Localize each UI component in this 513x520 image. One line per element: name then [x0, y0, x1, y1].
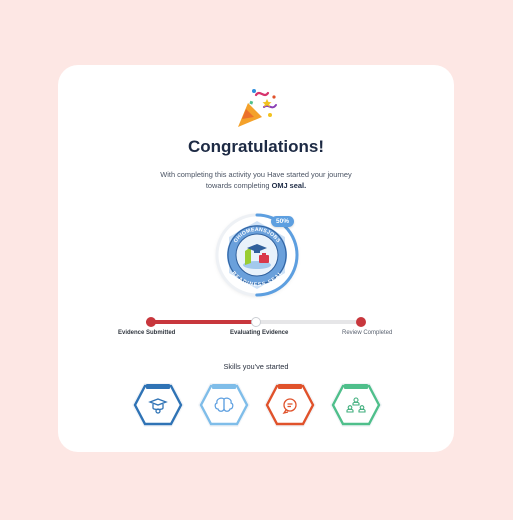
message-line-2: towards completing — [205, 181, 272, 190]
message-line-1: With completing this activity you Have s… — [160, 170, 352, 179]
step-node-review — [356, 317, 366, 327]
step-label-review: Review Completed — [342, 330, 393, 336]
step-label-evaluating: Evaluating Evidence — [230, 330, 289, 336]
step-label-submitted: Evidence Submitted — [118, 330, 176, 336]
progress-fill — [146, 320, 255, 324]
step-node-evaluating — [251, 317, 261, 327]
skills-heading: Skills you've started — [223, 362, 289, 371]
skill-badge-3[interactable] — [263, 379, 317, 431]
skill-badge-2[interactable] — [197, 379, 251, 431]
skill-badge-1[interactable] — [131, 379, 185, 431]
skill-badge-4[interactable] — [329, 379, 383, 431]
page-title: Congratulations! — [188, 137, 324, 156]
seal-name: OMJ seal. — [271, 181, 307, 190]
congratulations-card: Congratulations! With completing this ac… — [58, 65, 454, 452]
evidence-progress-bar — [146, 317, 366, 331]
seal-progress-badge: 50% — [271, 216, 295, 227]
step-node-submitted — [146, 317, 156, 327]
party-popper-icon — [238, 89, 277, 127]
completion-message: With completing this activity you Have s… — [128, 169, 384, 191]
